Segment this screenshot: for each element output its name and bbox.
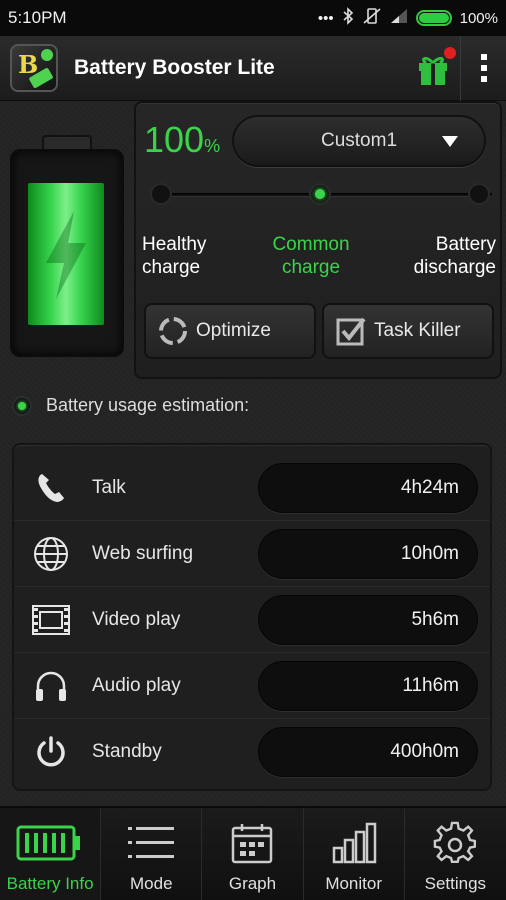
task-killer-label: Task Killer [374, 320, 461, 341]
nav-monitor[interactable]: Monitor [304, 808, 405, 900]
charge-control-panel: 100% Custom1 Healthy charge Common charge … [134, 101, 502, 379]
usage-value: 11h6m [258, 660, 478, 711]
slider-stop-discharge[interactable] [468, 183, 490, 205]
nav-label: Mode [130, 874, 173, 893]
optimize-button[interactable]: Optimize [144, 303, 316, 359]
gift-button[interactable] [412, 43, 456, 93]
nav-label: Graph [228, 874, 277, 893]
more-dots-icon: ••• [317, 9, 334, 27]
nav-settings[interactable]: Settings [405, 808, 506, 900]
status-time: 5:10PM [8, 8, 67, 27]
globe-icon [30, 533, 72, 575]
lightning-icon [46, 211, 86, 299]
status-battery-percent: 100% [459, 9, 498, 27]
status-icons: ••• 100% [318, 7, 498, 29]
bluetooth-icon [342, 7, 354, 29]
bottom-navigation: Battery Info Mode Graph Monitor Settings [0, 806, 506, 900]
signal-icon [390, 8, 408, 28]
level-label-common: Common charge [272, 234, 350, 278]
usage-row-web: Web surfing 10h0m [14, 521, 490, 587]
nav-graph[interactable]: Graph [202, 808, 304, 900]
overflow-menu-button[interactable] [460, 35, 506, 101]
app-logo: B [10, 44, 58, 92]
optimize-label: Optimize [196, 320, 271, 341]
calendar-icon [230, 818, 274, 868]
bar-chart-icon [331, 818, 377, 868]
gift-icon [419, 56, 447, 85]
film-icon [30, 599, 72, 641]
indicator-dot [12, 395, 32, 416]
battery-percent: 100% [144, 119, 221, 160]
optimize-icon [156, 314, 190, 348]
usage-value: 5h6m [258, 594, 478, 645]
nav-battery-info[interactable]: Battery Info [0, 808, 102, 900]
usage-estimation-heading: Battery usage estimation: [12, 395, 249, 416]
vibrate-off-icon [362, 7, 382, 29]
nav-mode[interactable]: Mode [101, 808, 203, 900]
chevron-down-icon [442, 136, 458, 147]
usage-value: 4h24m [258, 462, 478, 513]
battery-info-icon [16, 818, 84, 868]
usage-row-standby: Standby 400h0m [14, 719, 490, 785]
phone-icon [30, 467, 72, 509]
checkbox-icon [334, 314, 368, 348]
slider-stop-healthy[interactable] [150, 183, 172, 205]
task-killer-button[interactable]: Task Killer [322, 303, 494, 359]
app-bar: B Battery Booster Lite [0, 35, 506, 101]
usage-estimation-list: Talk 4h24m Web surfing 10h0m Video play … [12, 443, 492, 791]
headphones-icon [30, 665, 72, 707]
usage-value: 10h0m [258, 528, 478, 579]
usage-row-talk: Talk 4h24m [14, 455, 490, 521]
usage-row-video: Video play 5h6m [14, 587, 490, 653]
battery-icon [415, 10, 452, 26]
nav-label: Monitor [325, 874, 382, 893]
usage-row-audio: Audio play 11h6m [14, 653, 490, 719]
status-bar: 5:10PM ••• 100% [0, 0, 506, 36]
level-label-discharge: Battery discharge [413, 234, 496, 278]
gear-icon [433, 818, 477, 868]
nav-label: Settings [424, 874, 487, 893]
app-title: Battery Booster Lite [74, 56, 275, 79]
slider-stop-common[interactable] [309, 183, 331, 205]
overflow-menu-icon [480, 54, 487, 60]
usage-value: 400h0m [258, 727, 478, 777]
nav-label: Battery Info [6, 874, 94, 893]
main-content: 100% Custom1 Healthy charge Common charge … [0, 101, 506, 806]
mode-dropdown-value: Custom1 [320, 130, 398, 151]
notification-badge [444, 47, 456, 59]
mode-dropdown[interactable]: Custom1 [232, 115, 486, 167]
list-icon [126, 818, 176, 868]
battery-level-graphic [10, 135, 124, 357]
power-icon [30, 731, 72, 773]
level-label-healthy: Healthy charge [142, 234, 207, 278]
